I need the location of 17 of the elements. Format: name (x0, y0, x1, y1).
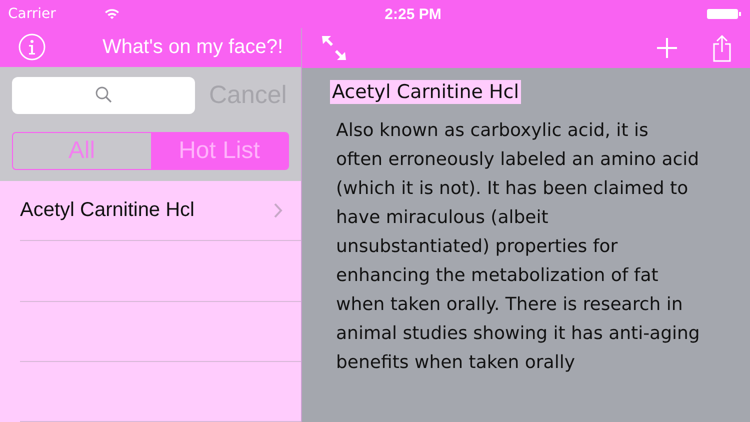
battery-icon (706, 8, 742, 20)
carrier-label: Carrier (8, 6, 57, 22)
search-icon (94, 86, 112, 104)
wifi-icon (104, 8, 120, 20)
share-icon[interactable] (712, 34, 732, 62)
expand-icon[interactable] (320, 34, 348, 62)
nav-title: What's on my face?! (102, 36, 283, 59)
detail-heading: Acetyl Carnitine Hcl (330, 80, 522, 104)
detail-text: Also known as carboxylic acid, it is often erroneously labeled an amino acid (which it is not). It has been claimed to have miraculous (albeit unsubstantiated) properties for enhancing the metabolization of fat when taken orally. There is research in animal studies showing it has anti-aging benefits when taken orally (336, 119, 700, 375)
list-item[interactable]: Acetyl Carnitine Hcl (20, 199, 274, 222)
chevron-icon (274, 203, 283, 218)
status-time: 2:25 PM (384, 6, 442, 22)
segment-tab[interactable]: All (13, 132, 150, 169)
segment-tab[interactable]: Hot List (150, 132, 288, 169)
add-icon[interactable] (656, 37, 678, 59)
search-field[interactable] (12, 76, 195, 114)
info-button[interactable] (18, 33, 46, 62)
